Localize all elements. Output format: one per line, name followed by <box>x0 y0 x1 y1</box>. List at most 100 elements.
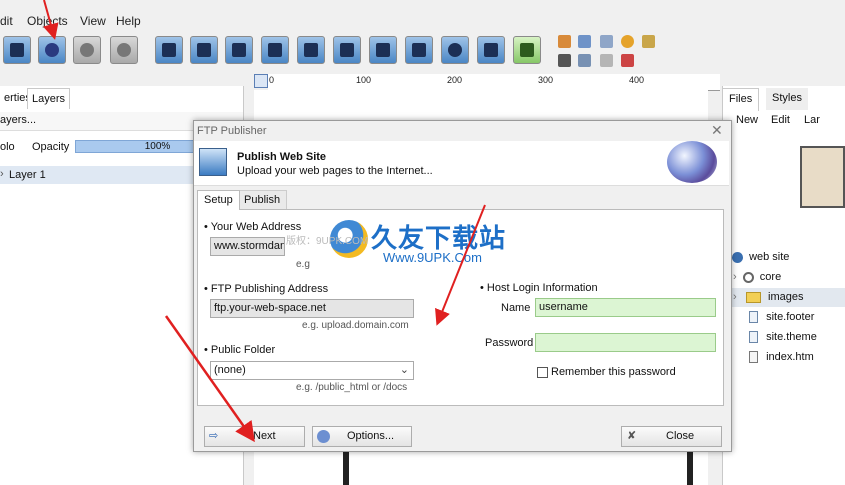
tree-item-site-theme[interactable]: site.theme <box>749 331 817 344</box>
paste-icon[interactable] <box>600 54 613 67</box>
shape-tool-icon[interactable] <box>369 36 397 64</box>
dialog-header-subtitle: Upload your web pages to the Internet... <box>237 165 433 177</box>
ruler-mark: 200 <box>447 75 463 85</box>
effects-icon[interactable] <box>621 35 634 48</box>
next-button-label: Next <box>253 430 276 442</box>
public-folder-label: • Public Folder <box>204 344 276 356</box>
search-tool-icon[interactable] <box>477 36 505 64</box>
watermark-url: Www.9UPK.Com <box>383 250 482 265</box>
arrange-icon[interactable] <box>558 35 571 48</box>
close-button-label: Close <box>666 430 695 442</box>
remember-password-checkbox[interactable] <box>537 367 548 378</box>
text-tool-icon[interactable] <box>261 36 289 64</box>
tree-item-site-footer[interactable]: site.footer <box>749 311 815 324</box>
chevron-right-icon[interactable]: › <box>733 271 737 283</box>
solo-label[interactable]: olo <box>0 141 15 153</box>
align-icon[interactable] <box>578 35 591 48</box>
link-icon[interactable] <box>642 35 655 48</box>
tree-label: core <box>759 271 782 283</box>
large-view-button[interactable]: Lar <box>804 114 820 126</box>
menu-objects[interactable]: Objects <box>27 14 68 28</box>
toolbar <box>0 32 720 70</box>
ruler-mark: 400 <box>629 75 645 85</box>
copy-icon[interactable] <box>578 54 591 67</box>
next-button[interactable]: ⇨ Next <box>204 426 305 447</box>
chevron-right-icon[interactable]: › <box>733 291 737 303</box>
media-tool-icon[interactable] <box>441 36 469 64</box>
tree-item-core[interactable]: › core <box>733 271 781 283</box>
public-folder-select[interactable]: (none) ⌄ <box>210 361 414 380</box>
layers-menu-label: ayers... <box>0 114 37 126</box>
web-address-field[interactable]: www.stormdance.n <box>210 237 285 256</box>
tree-item-images[interactable]: › images <box>731 288 845 307</box>
tree-item-index[interactable]: index.htm <box>749 351 814 364</box>
delete-icon[interactable] <box>621 54 634 67</box>
options-button-label: Options... <box>347 430 395 442</box>
menu-bar: dit Objects View Help <box>0 10 845 32</box>
pen-tool-icon[interactable] <box>155 36 183 64</box>
image-tool-icon[interactable] <box>333 36 361 64</box>
file-icon <box>749 311 758 324</box>
ftp-address-hint: e.g. upload.domain.com <box>302 320 409 331</box>
publish-globe-icon[interactable] <box>38 36 66 64</box>
username-field[interactable]: username <box>535 298 716 317</box>
watermark-sub: 版权：9UPK.COM <box>286 236 369 247</box>
globe-icon <box>667 141 717 183</box>
tab-setup[interactable]: Setup <box>197 190 240 210</box>
save-icon[interactable] <box>3 36 31 64</box>
gallery-tool-icon[interactable] <box>297 36 325 64</box>
tree-label: web site <box>749 251 790 263</box>
page-thumbnail <box>800 146 845 208</box>
ruler-corner-icon[interactable] <box>254 74 268 88</box>
close-button[interactable]: ✘ Close <box>621 426 722 447</box>
help-icon[interactable] <box>110 36 138 64</box>
tab-styles[interactable]: Styles <box>766 88 808 110</box>
tab-layers[interactable]: Layers <box>27 88 71 109</box>
tab-files[interactable]: Files <box>722 88 760 111</box>
menu-edit[interactable]: dit <box>0 14 13 28</box>
menu-help[interactable]: Help <box>116 14 141 28</box>
host-login-label: • Host Login Information <box>480 282 598 294</box>
folder-icon <box>746 292 761 303</box>
public-folder-value: (none) <box>214 364 246 376</box>
globe-icon <box>732 251 743 263</box>
layer-item-label: Layer 1 <box>9 169 46 181</box>
box-tool-icon[interactable] <box>190 36 218 64</box>
group-icon[interactable] <box>600 35 613 48</box>
dialog-header <box>194 141 729 186</box>
tree-label: site.theme <box>766 331 817 343</box>
ruler-mark: 300 <box>538 75 554 85</box>
dialog-header-title: Publish Web Site <box>237 151 327 163</box>
tree-label: site.footer <box>766 311 815 323</box>
button-tool-icon[interactable] <box>405 36 433 64</box>
ftp-address-field[interactable]: ftp.your-web-space.net <box>210 299 414 318</box>
dialog-title: FTP Publisher <box>197 125 267 137</box>
arrow-right-icon: ⇨ <box>209 430 219 442</box>
canvas-object[interactable] <box>343 452 693 485</box>
name-label: Name <box>501 302 531 314</box>
public-folder-hint: e.g. /public_html or /docs <box>296 382 408 393</box>
edit-file-button[interactable]: Edit <box>771 114 790 126</box>
new-file-button[interactable]: New <box>736 114 758 126</box>
cut-icon[interactable] <box>558 54 571 67</box>
camera-tool-icon[interactable] <box>225 36 253 64</box>
ftp-address-label: • FTP Publishing Address <box>204 283 329 295</box>
tree-item-web-site[interactable]: web site <box>732 251 789 263</box>
publish-icon <box>199 148 227 176</box>
opacity-label: Opacity <box>32 141 70 153</box>
web-address-hint: e.g <box>296 259 310 270</box>
tree-label: index.htm <box>766 351 814 363</box>
form-tool-icon[interactable] <box>513 36 541 64</box>
preview-eye-icon[interactable] <box>73 36 101 64</box>
password-field[interactable] <box>535 333 716 352</box>
chevron-down-icon[interactable]: ⌄ <box>400 362 409 379</box>
chevron-right-icon[interactable]: › <box>0 168 4 180</box>
ruler-mark: 100 <box>356 75 372 85</box>
close-x-icon: ✘ <box>627 430 637 442</box>
core-folder-icon <box>742 271 754 283</box>
tab-publish[interactable]: Publish <box>237 190 288 210</box>
menu-view[interactable]: View <box>80 14 106 28</box>
close-icon[interactable]: ✕ <box>711 122 723 139</box>
options-button[interactable]: Options... <box>312 426 412 447</box>
options-icon <box>317 430 330 443</box>
